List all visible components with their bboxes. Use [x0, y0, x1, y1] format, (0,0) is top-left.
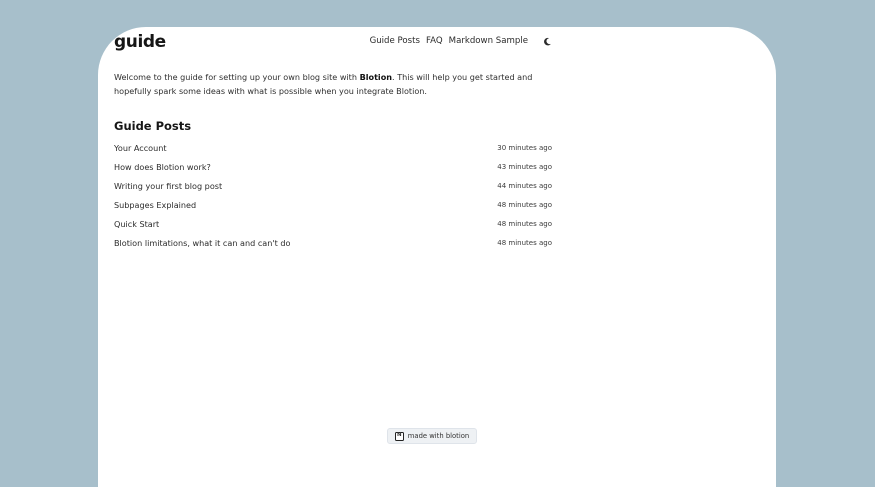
post-item[interactable]: Blotion limitations, what it can and can…: [114, 233, 552, 252]
nav-item-markdown-sample[interactable]: Markdown Sample: [449, 35, 528, 47]
post-item[interactable]: Quick Start 48 minutes ago: [114, 214, 552, 233]
intro-text: Welcome to the guide for setting up your…: [114, 71, 554, 98]
moon-icon[interactable]: [542, 36, 552, 46]
post-title[interactable]: How does Blotion work?: [114, 162, 211, 172]
site-logo[interactable]: guide: [114, 32, 166, 52]
post-time: 48 minutes ago: [497, 219, 552, 228]
post-time: 30 minutes ago: [497, 143, 552, 152]
section-title: Guide Posts: [114, 119, 192, 133]
post-item[interactable]: Your Account 30 minutes ago: [114, 138, 552, 157]
post-time: 48 minutes ago: [497, 200, 552, 209]
post-time: 48 minutes ago: [497, 238, 552, 247]
post-item[interactable]: Writing your first blog post 44 minutes …: [114, 176, 552, 195]
post-title[interactable]: Subpages Explained: [114, 200, 196, 210]
post-title[interactable]: Blotion limitations, what it can and can…: [114, 238, 290, 248]
post-list: Your Account 30 minutes ago How does Blo…: [114, 138, 552, 252]
post-item[interactable]: Subpages Explained 48 minutes ago: [114, 195, 552, 214]
post-time: 43 minutes ago: [497, 162, 552, 171]
nav-item-guide-posts[interactable]: Guide Posts: [370, 35, 420, 47]
nav-item-faq[interactable]: FAQ: [426, 35, 443, 47]
post-item[interactable]: How does Blotion work? 43 minutes ago: [114, 157, 552, 176]
intro-text-part1: Welcome to the guide for setting up your…: [114, 72, 360, 82]
top-nav: Guide Posts FAQ Markdown Sample: [370, 35, 552, 47]
post-title[interactable]: Your Account: [114, 143, 167, 153]
post-title[interactable]: Quick Start: [114, 219, 159, 229]
post-title[interactable]: Writing your first blog post: [114, 181, 222, 191]
intro-brand: Blotion: [359, 72, 393, 82]
notion-icon: N: [394, 431, 404, 441]
made-with-blotion-badge[interactable]: N made with blotion: [387, 428, 477, 444]
post-time: 44 minutes ago: [497, 181, 552, 190]
site-header: guide Guide Posts FAQ Markdown Sample: [114, 32, 552, 54]
badge-label: made with blotion: [407, 432, 470, 440]
